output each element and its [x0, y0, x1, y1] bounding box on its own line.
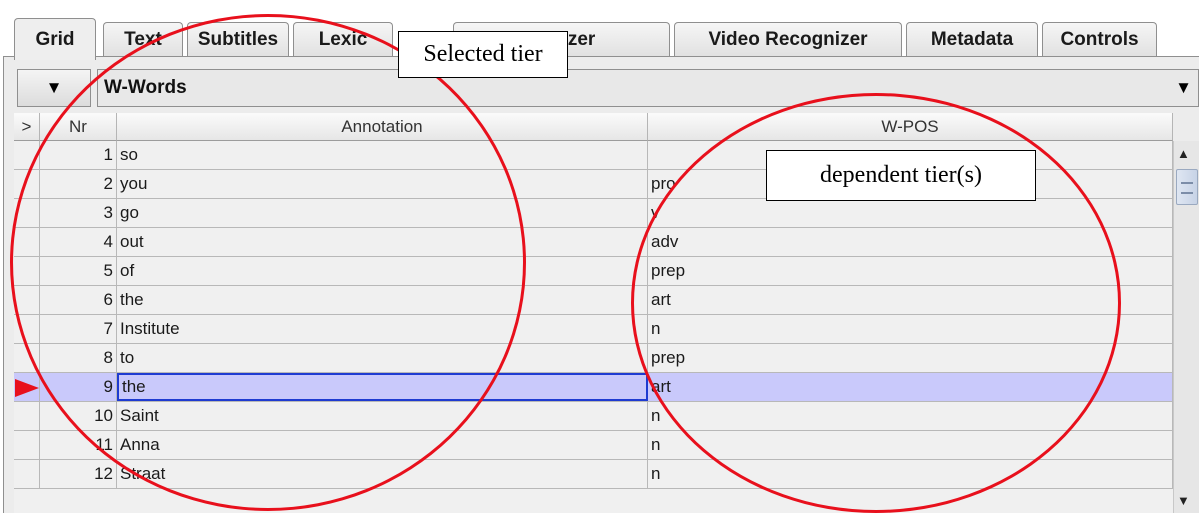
scrollbar-thumb[interactable] — [1176, 169, 1198, 205]
w-pos-cell[interactable]: prep — [648, 257, 1173, 285]
row-number[interactable]: 1 — [40, 141, 117, 169]
table-row[interactable]: 7 Institute n — [14, 315, 1173, 344]
grip-icon — [1181, 182, 1193, 194]
scroll-up-icon[interactable]: ▲ — [1177, 146, 1190, 161]
annotation-cell[interactable]: the — [117, 373, 648, 401]
table-row[interactable]: 12 Straat n — [14, 460, 1173, 489]
row-marker-cell — [14, 460, 40, 488]
scroll-down-icon[interactable]: ▼ — [1177, 493, 1190, 508]
w-pos-cell[interactable]: n — [648, 315, 1173, 343]
w-pos-cell[interactable]: art — [648, 286, 1173, 314]
row-marker-cell — [14, 373, 40, 401]
triangle-down-icon: ▼ — [45, 78, 63, 97]
tab-controls[interactable]: Controls — [1042, 22, 1157, 56]
row-marker-cell — [14, 431, 40, 459]
row-marker-cell — [14, 344, 40, 372]
column-header-w-pos[interactable]: W-POS — [648, 113, 1173, 141]
table-row[interactable]: 5 of prep — [14, 257, 1173, 286]
table-row-selected[interactable]: 9 the art — [14, 373, 1173, 402]
row-number[interactable]: 6 — [40, 286, 117, 314]
row-marker-cell — [14, 257, 40, 285]
row-number[interactable]: 7 — [40, 315, 117, 343]
tab-bar: GridTextSubtitlesLexicognizerVideo Recog… — [0, 0, 1199, 60]
row-number[interactable]: 8 — [40, 344, 117, 372]
row-marker-cell — [14, 402, 40, 430]
column-header-nr[interactable]: Nr — [40, 113, 117, 141]
table-row[interactable]: 11 Anna n — [14, 431, 1173, 460]
row-number[interactable]: 2 — [40, 170, 117, 198]
row-number[interactable]: 12 — [40, 460, 117, 488]
selected-tier-callout: Selected tier — [398, 31, 568, 78]
w-pos-cell[interactable]: prep — [648, 344, 1173, 372]
tab-subtitles[interactable]: Subtitles — [187, 22, 289, 56]
row-number[interactable]: 11 — [40, 431, 117, 459]
tab-video-recognizer[interactable]: Video Recognizer — [674, 22, 902, 56]
table-row[interactable]: 8 to prep — [14, 344, 1173, 373]
table-row[interactable]: 3 go v — [14, 199, 1173, 228]
annotation-cell[interactable]: Anna — [117, 431, 648, 459]
tab-metadata[interactable]: Metadata — [906, 22, 1038, 56]
row-number[interactable]: 4 — [40, 228, 117, 256]
tier-select[interactable]: W-Words ▼ — [97, 69, 1199, 107]
column-header-annotation[interactable]: Annotation — [117, 113, 648, 141]
annotation-cell[interactable]: Saint — [117, 402, 648, 430]
tier-select-value: W-Words — [104, 77, 187, 98]
w-pos-cell[interactable]: art — [648, 373, 1173, 401]
row-number[interactable]: 9 — [40, 373, 117, 401]
annotation-cell[interactable]: you — [117, 170, 648, 198]
table-row[interactable]: 6 the art — [14, 286, 1173, 315]
tier-menu-button[interactable]: ▼ — [17, 69, 91, 107]
tab-grid[interactable]: Grid — [14, 18, 96, 60]
row-marker-cell — [14, 141, 40, 169]
annotation-cell[interactable]: the — [117, 286, 648, 314]
table-row[interactable]: 4 out adv — [14, 228, 1173, 257]
row-number[interactable]: 5 — [40, 257, 117, 285]
dependent-tiers-callout: dependent tier(s) — [766, 150, 1036, 201]
row-number[interactable]: 3 — [40, 199, 117, 227]
row-marker-cell — [14, 199, 40, 227]
annotation-cell[interactable]: to — [117, 344, 648, 372]
row-number[interactable]: 10 — [40, 402, 117, 430]
current-annotation-arrow-icon — [15, 379, 39, 397]
annotation-cell[interactable]: out — [117, 228, 648, 256]
w-pos-cell[interactable]: n — [648, 431, 1173, 459]
annotation-cell[interactable]: so — [117, 141, 648, 169]
row-marker-cell — [14, 315, 40, 343]
annotation-cell[interactable]: go — [117, 199, 648, 227]
row-marker-cell — [14, 228, 40, 256]
tab-lexic[interactable]: Lexic — [293, 22, 393, 56]
chevron-down-icon[interactable]: ▼ — [1175, 78, 1192, 98]
w-pos-cell[interactable]: v — [648, 199, 1173, 227]
w-pos-cell[interactable]: n — [648, 460, 1173, 488]
tab-text[interactable]: Text — [103, 22, 183, 56]
row-marker-cell — [14, 170, 40, 198]
annotation-cell[interactable]: of — [117, 257, 648, 285]
annotation-cell[interactable]: Institute — [117, 315, 648, 343]
table-row[interactable]: 10 Saint n — [14, 402, 1173, 431]
w-pos-cell[interactable]: n — [648, 402, 1173, 430]
row-marker-cell — [14, 286, 40, 314]
column-header-marker[interactable]: > — [14, 113, 40, 141]
annotation-cell[interactable]: Straat — [117, 460, 648, 488]
grid-viewer-window: GridTextSubtitlesLexicognizerVideo Recog… — [0, 0, 1199, 513]
w-pos-cell[interactable]: adv — [648, 228, 1173, 256]
